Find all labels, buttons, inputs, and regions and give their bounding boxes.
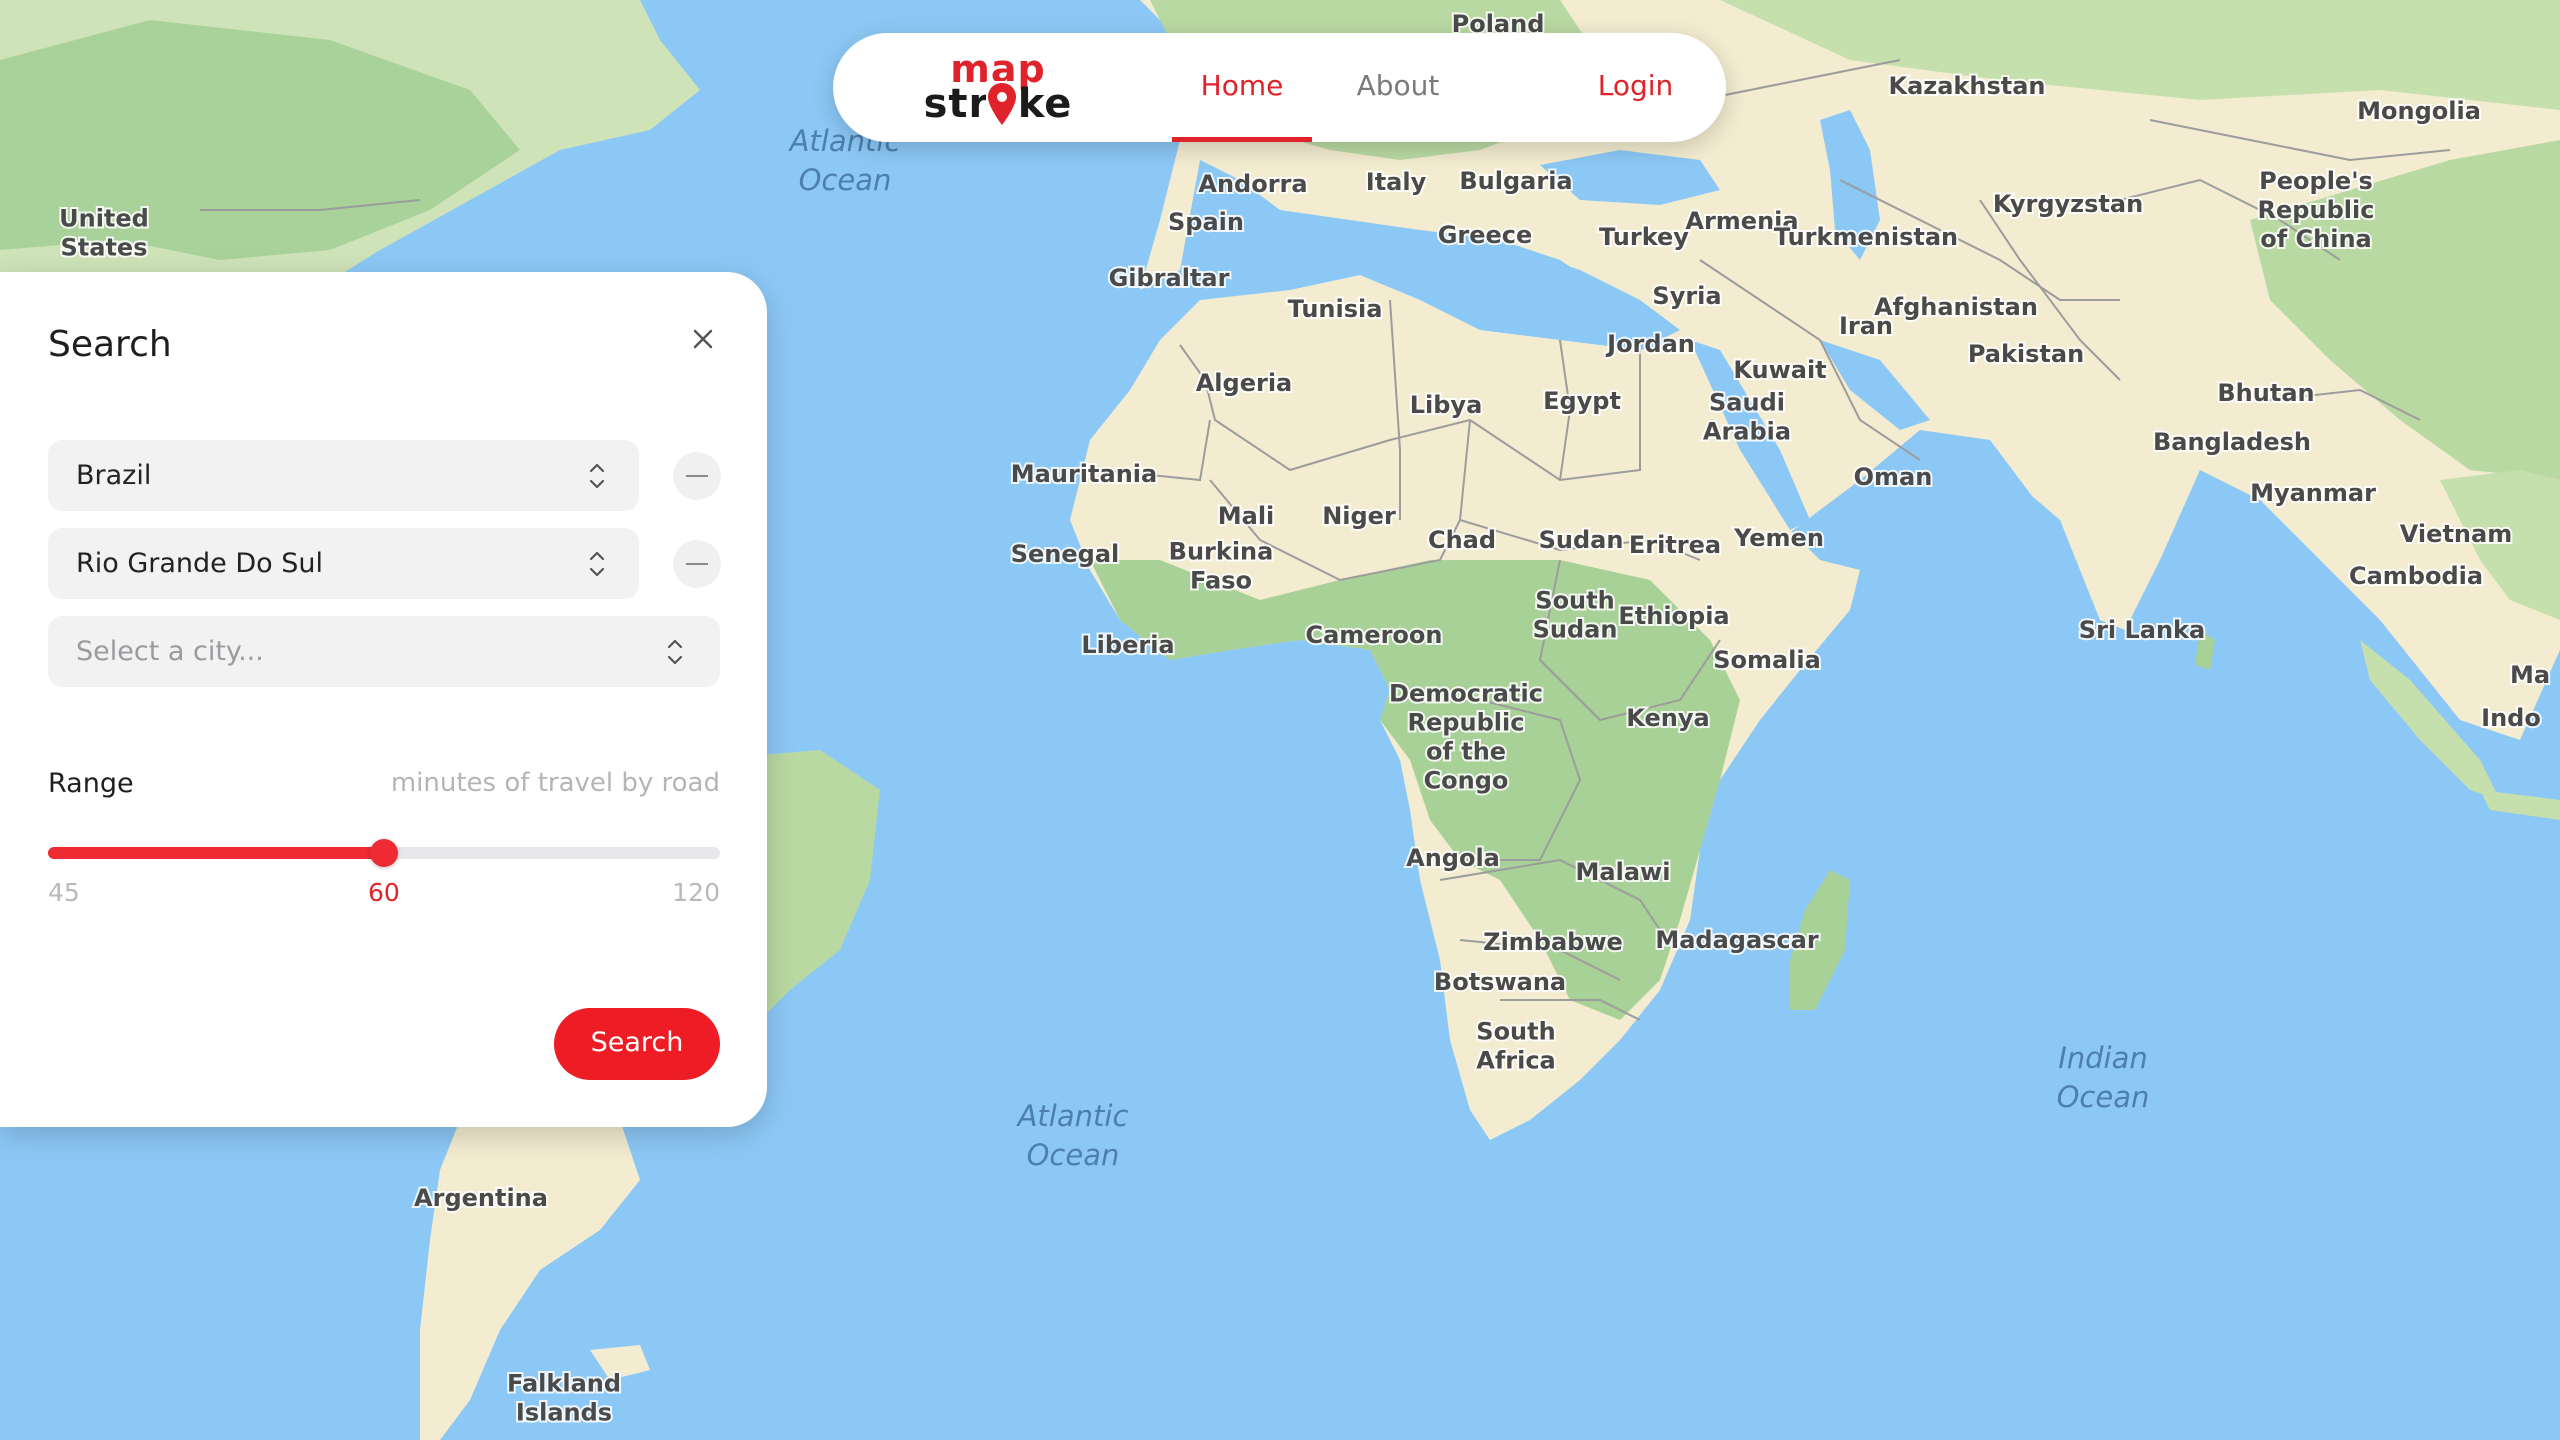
map-label: Sudan: [1539, 526, 1624, 554]
map-label: Myanmar: [2250, 479, 2376, 507]
map-label: Senegal: [1011, 540, 1120, 568]
city-select[interactable]: Select a city...: [48, 616, 720, 687]
map-label: Jordan: [1605, 330, 1695, 358]
map-label: Argentina: [414, 1184, 548, 1212]
map-label: Angola: [1406, 844, 1500, 872]
map-label: Botswana: [1434, 968, 1566, 996]
search-panel: Search Brazil Rio Grande Do Sul Select a…: [0, 272, 767, 1127]
range-hint: minutes of travel by road: [390, 768, 720, 798]
map-label: Gibraltar: [1109, 264, 1230, 292]
map-label: Mongolia: [2357, 97, 2481, 125]
map-label: Liberia: [1081, 631, 1174, 659]
search-button[interactable]: Search: [554, 1008, 720, 1080]
map-label: Afghanistan: [1874, 293, 2038, 321]
map-label: Tunisia: [1288, 295, 1383, 323]
map-label: Cambodia: [2349, 562, 2483, 590]
map-label: Algeria: [1196, 369, 1293, 397]
country-select[interactable]: Brazil: [48, 440, 639, 511]
map-label: Eritrea: [1629, 531, 1721, 559]
range-slider[interactable]: [48, 834, 720, 872]
range-min-value: 45: [48, 878, 80, 907]
map-label: People's Republic of China: [2258, 167, 2375, 253]
close-icon[interactable]: [686, 322, 720, 356]
map-label: Kyrgyzstan: [1993, 190, 2143, 218]
map-label: Bangladesh: [2153, 428, 2311, 456]
map-label: Indo: [2481, 704, 2541, 732]
remove-region-button[interactable]: [673, 540, 721, 588]
map-pin-icon: [986, 81, 1018, 127]
chevron-up-down-icon: [586, 459, 608, 493]
map-label: United States: [59, 205, 149, 262]
map-label: Greece: [1438, 221, 1533, 249]
map-label: Cameroon: [1306, 621, 1443, 649]
nav-about-link[interactable]: About: [1323, 33, 1473, 142]
map-label: Madagascar: [1655, 926, 1819, 954]
map-label: South Africa: [1476, 1018, 1556, 1075]
map-label: Chad: [1428, 526, 1496, 554]
nav-login-link[interactable]: Login: [1548, 33, 1723, 142]
map-label: Somalia: [1713, 646, 1821, 674]
mapstroke-logo[interactable]: map stroke: [918, 47, 1078, 129]
map-label: Pakistan: [1968, 340, 2084, 368]
range-current-value: 60: [368, 878, 400, 907]
range-max-value: 120: [672, 878, 720, 907]
map-label: Falkland Islands: [507, 1370, 621, 1427]
region-select[interactable]: Rio Grande Do Sul: [48, 528, 639, 599]
region-select-value: Rio Grande Do Sul: [76, 548, 324, 579]
chevron-up-down-icon: [664, 635, 686, 669]
map-label: Kenya: [1626, 704, 1709, 732]
map-label: Kazakhstan: [1888, 72, 2045, 100]
top-navbar: map stroke Home About Login: [833, 33, 1726, 142]
map-label: Vietnam: [2400, 520, 2512, 548]
map-label: Mauritania: [1011, 460, 1157, 488]
map-label: Mali: [1218, 502, 1275, 530]
map-label: Yemen: [1733, 524, 1824, 552]
map-label: Oman: [1854, 463, 1933, 491]
map-label: Andorra: [1198, 170, 1307, 198]
map-label: Turkmenistan: [1774, 223, 1958, 251]
map-label: Syria: [1652, 282, 1721, 310]
map-label: Malawi: [1576, 858, 1671, 886]
country-select-value: Brazil: [76, 460, 152, 491]
map-label: Niger: [1322, 502, 1396, 530]
map-label: Ethiopia: [1618, 602, 1729, 630]
map-label: Zimbabwe: [1483, 928, 1623, 956]
map-label: Italy: [1366, 168, 1427, 196]
map-label: Bulgaria: [1459, 167, 1572, 195]
map-label: Kuwait: [1733, 356, 1826, 384]
search-panel-title: Search: [48, 324, 172, 365]
map-label: Libya: [1410, 391, 1483, 419]
range-slider-fill: [48, 847, 384, 859]
map-label: Bhutan: [2217, 379, 2314, 407]
map-label: South Sudan: [1533, 587, 1618, 644]
range-slider-thumb[interactable]: [370, 839, 398, 867]
map-label: Saudi Arabia: [1703, 389, 1791, 446]
map-label: Sri Lanka: [2079, 616, 2205, 644]
chevron-up-down-icon: [586, 547, 608, 581]
city-select-placeholder: Select a city...: [76, 636, 264, 667]
nav-home-link[interactable]: Home: [1172, 33, 1312, 142]
map-label: Spain: [1168, 208, 1244, 236]
remove-country-button[interactable]: [673, 452, 721, 500]
map-label: Egypt: [1543, 387, 1621, 415]
map-label: Turkey: [1599, 223, 1689, 251]
range-label: Range: [48, 768, 134, 799]
map-label: Ma: [2510, 661, 2550, 689]
